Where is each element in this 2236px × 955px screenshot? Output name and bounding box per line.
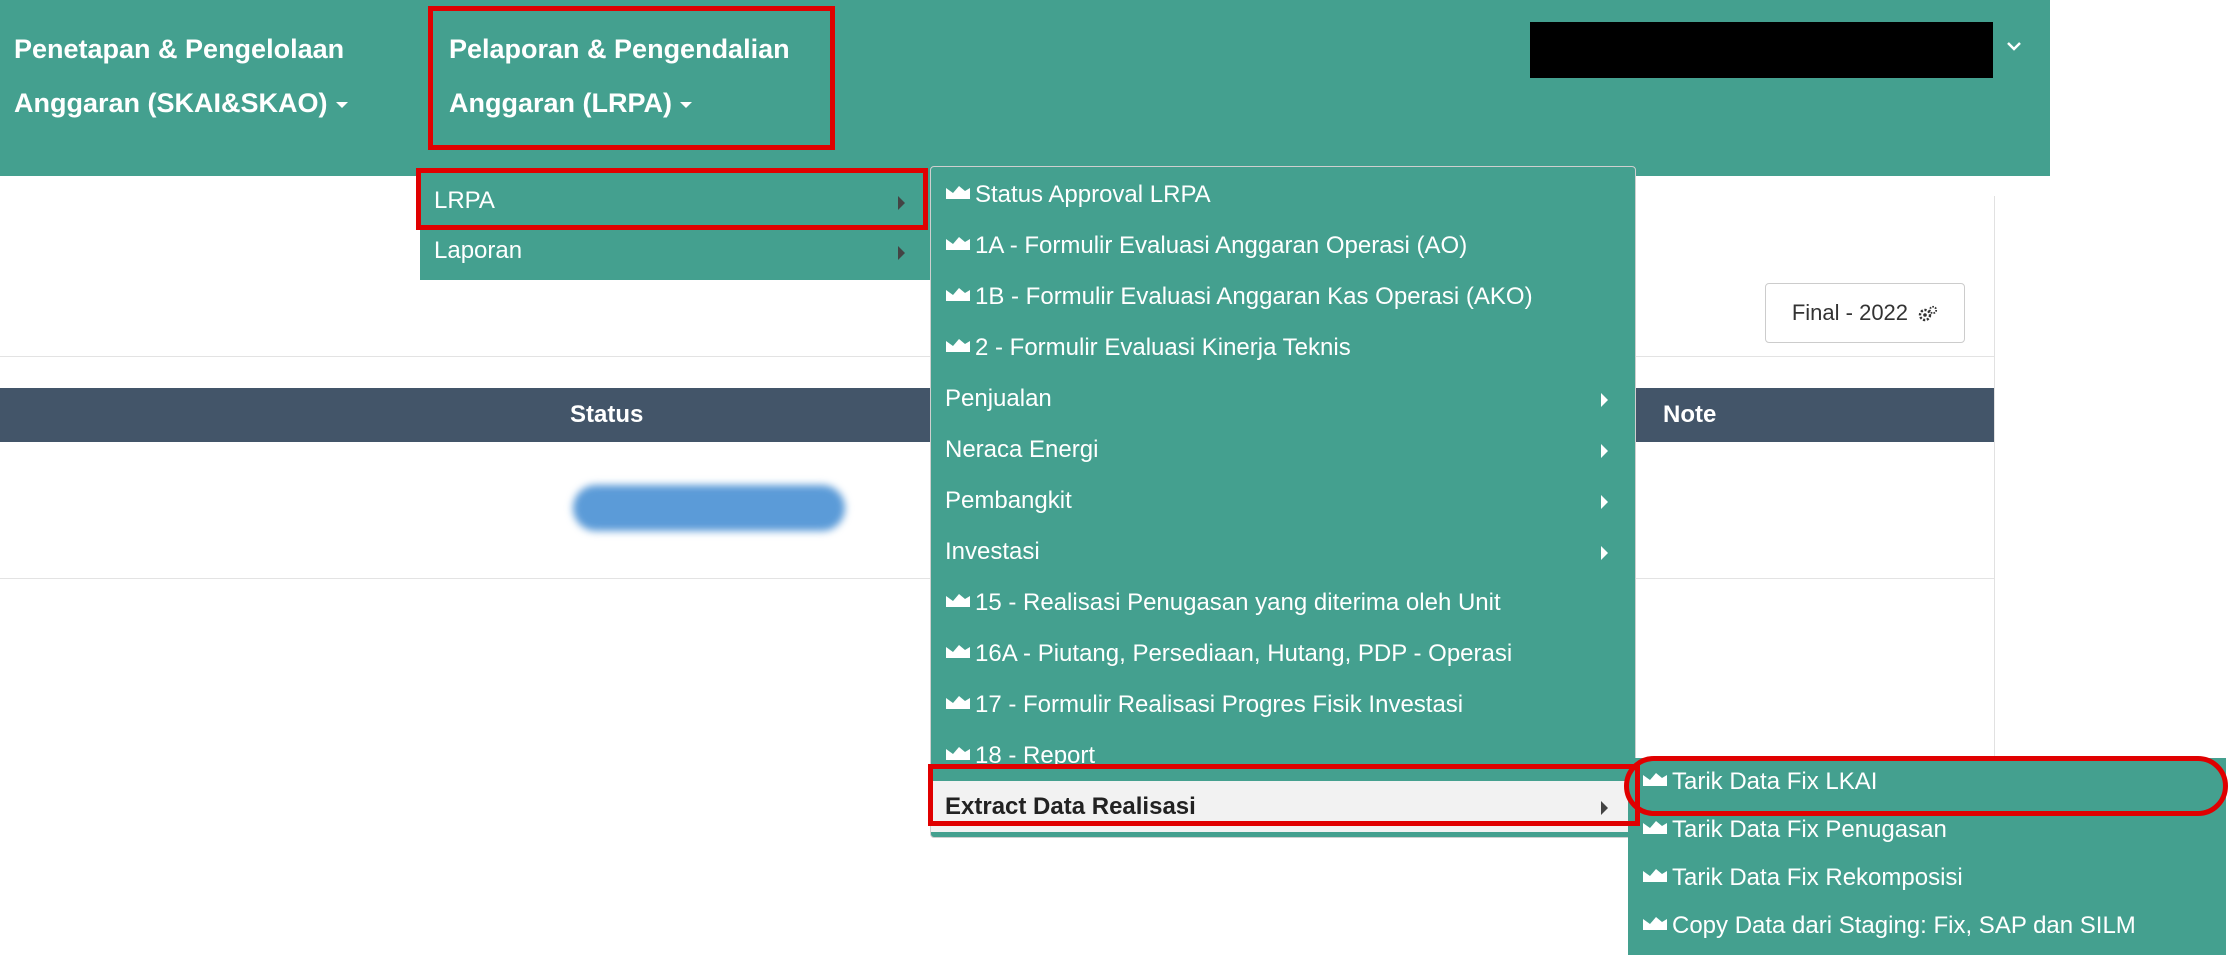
- caret-right-icon: [898, 246, 905, 260]
- column-header-status: Status: [570, 401, 644, 428]
- menu-item-tarik-rekomposisi[interactable]: Tarik Data Fix Rekomposisi: [1628, 854, 2226, 902]
- menu-item-label: Tarik Data Fix Rekomposisi: [1672, 864, 1963, 891]
- menu-item-label: 1B - Formulir Evaluasi Anggaran Kas Oper…: [975, 283, 1533, 310]
- chart-area-icon: [945, 167, 971, 218]
- highlight-ellipse-tarik-lkai: [1624, 756, 2228, 816]
- dropdown-lrpa-submenu: Status Approval LRPA 1A - Formulir Evalu…: [930, 166, 1636, 838]
- chart-area-icon: [945, 320, 971, 371]
- highlight-box-lrpa: [416, 168, 928, 230]
- gears-icon: [1918, 306, 1938, 322]
- caret-right-icon: [1601, 444, 1608, 458]
- menu-item-pembangkit[interactable]: Pembangkit: [931, 475, 1635, 526]
- menu-item-1b[interactable]: 1B - Formulir Evaluasi Anggaran Kas Oper…: [931, 271, 1635, 322]
- menu-item-label: 17 - Formulir Realisasi Progres Fisik In…: [975, 691, 1464, 718]
- menu-item-label: Pembangkit: [945, 487, 1072, 514]
- top-navbar: Penetapan & Pengelolaan Anggaran (SKAI&S…: [0, 0, 2050, 176]
- menu-item-label: Copy Data dari Staging: Fix, SAP dan SIL…: [1672, 912, 2136, 939]
- menu-item-copy-staging[interactable]: Copy Data dari Staging: Fix, SAP dan SIL…: [1628, 902, 2226, 950]
- nav-menu-skai-line1: Penetapan & Pengelolaan: [14, 34, 345, 64]
- menu-item-label: Penjualan: [945, 385, 1052, 412]
- menu-item-label: Status Approval LRPA: [975, 181, 1211, 208]
- menu-item-2[interactable]: 2 - Formulir Evaluasi Kinerja Teknis: [931, 322, 1635, 373]
- column-header-note: Note: [1663, 401, 1717, 428]
- menu-item-label: Neraca Energi: [945, 436, 1099, 463]
- menu-item-status-approval[interactable]: Status Approval LRPA: [931, 169, 1635, 220]
- menu-item-label: 2 - Formulir Evaluasi Kinerja Teknis: [975, 334, 1351, 361]
- menu-item-label: Investasi: [945, 538, 1040, 565]
- nav-menu-skai-line2: Anggaran (SKAI&SKAO): [14, 88, 328, 118]
- menu-item-laporan[interactable]: Laporan: [420, 226, 930, 276]
- chart-area-icon: [945, 269, 971, 320]
- period-select-button[interactable]: Final - 2022: [1765, 283, 1965, 343]
- menu-item-1a[interactable]: 1A - Formulir Evaluasi Anggaran Operasi …: [931, 220, 1635, 271]
- menu-item-16a[interactable]: 16A - Piutang, Persediaan, Hutang, PDP -…: [931, 628, 1635, 679]
- period-select-label: Final - 2022: [1791, 300, 1909, 325]
- caret-right-icon: [1601, 393, 1608, 407]
- chart-area-icon: [1642, 852, 1668, 900]
- highlight-box-extract: [928, 764, 1640, 826]
- menu-item-15[interactable]: 15 - Realisasi Penugasan yang diterima o…: [931, 577, 1635, 628]
- caret-right-icon: [1601, 495, 1608, 509]
- menu-item-label: Tarik Data Fix Penugasan: [1672, 816, 1947, 843]
- menu-item-label: 1A - Formulir Evaluasi Anggaran Operasi …: [975, 232, 1468, 259]
- nav-menu-skai-skao[interactable]: Penetapan & Pengelolaan Anggaran (SKAI&S…: [14, 22, 348, 130]
- highlight-box-nav-lrpa: [428, 6, 835, 150]
- menu-item-label: 15 - Realisasi Penugasan yang diterima o…: [975, 589, 1501, 616]
- caret-right-icon: [1601, 546, 1608, 560]
- menu-item-label: Laporan: [434, 237, 523, 264]
- chart-area-icon: [945, 218, 971, 269]
- caret-down-icon: [335, 101, 348, 108]
- menu-item-penjualan[interactable]: Penjualan: [931, 373, 1635, 424]
- menu-item-investasi[interactable]: Investasi: [931, 526, 1635, 577]
- chart-area-icon: [1642, 900, 1668, 948]
- user-menu-chevron-icon[interactable]: [2006, 32, 2022, 58]
- chart-area-icon: [945, 677, 971, 728]
- status-badge: [573, 485, 845, 531]
- chart-area-icon: [945, 626, 971, 677]
- menu-item-neraca-energi[interactable]: Neraca Energi: [931, 424, 1635, 475]
- menu-item-label: 16A - Piutang, Persediaan, Hutang, PDP -…: [975, 640, 1513, 667]
- redacted-user-name: [1530, 22, 1993, 78]
- chart-area-icon: [945, 575, 971, 626]
- menu-item-17[interactable]: 17 - Formulir Realisasi Progres Fisik In…: [931, 679, 1635, 730]
